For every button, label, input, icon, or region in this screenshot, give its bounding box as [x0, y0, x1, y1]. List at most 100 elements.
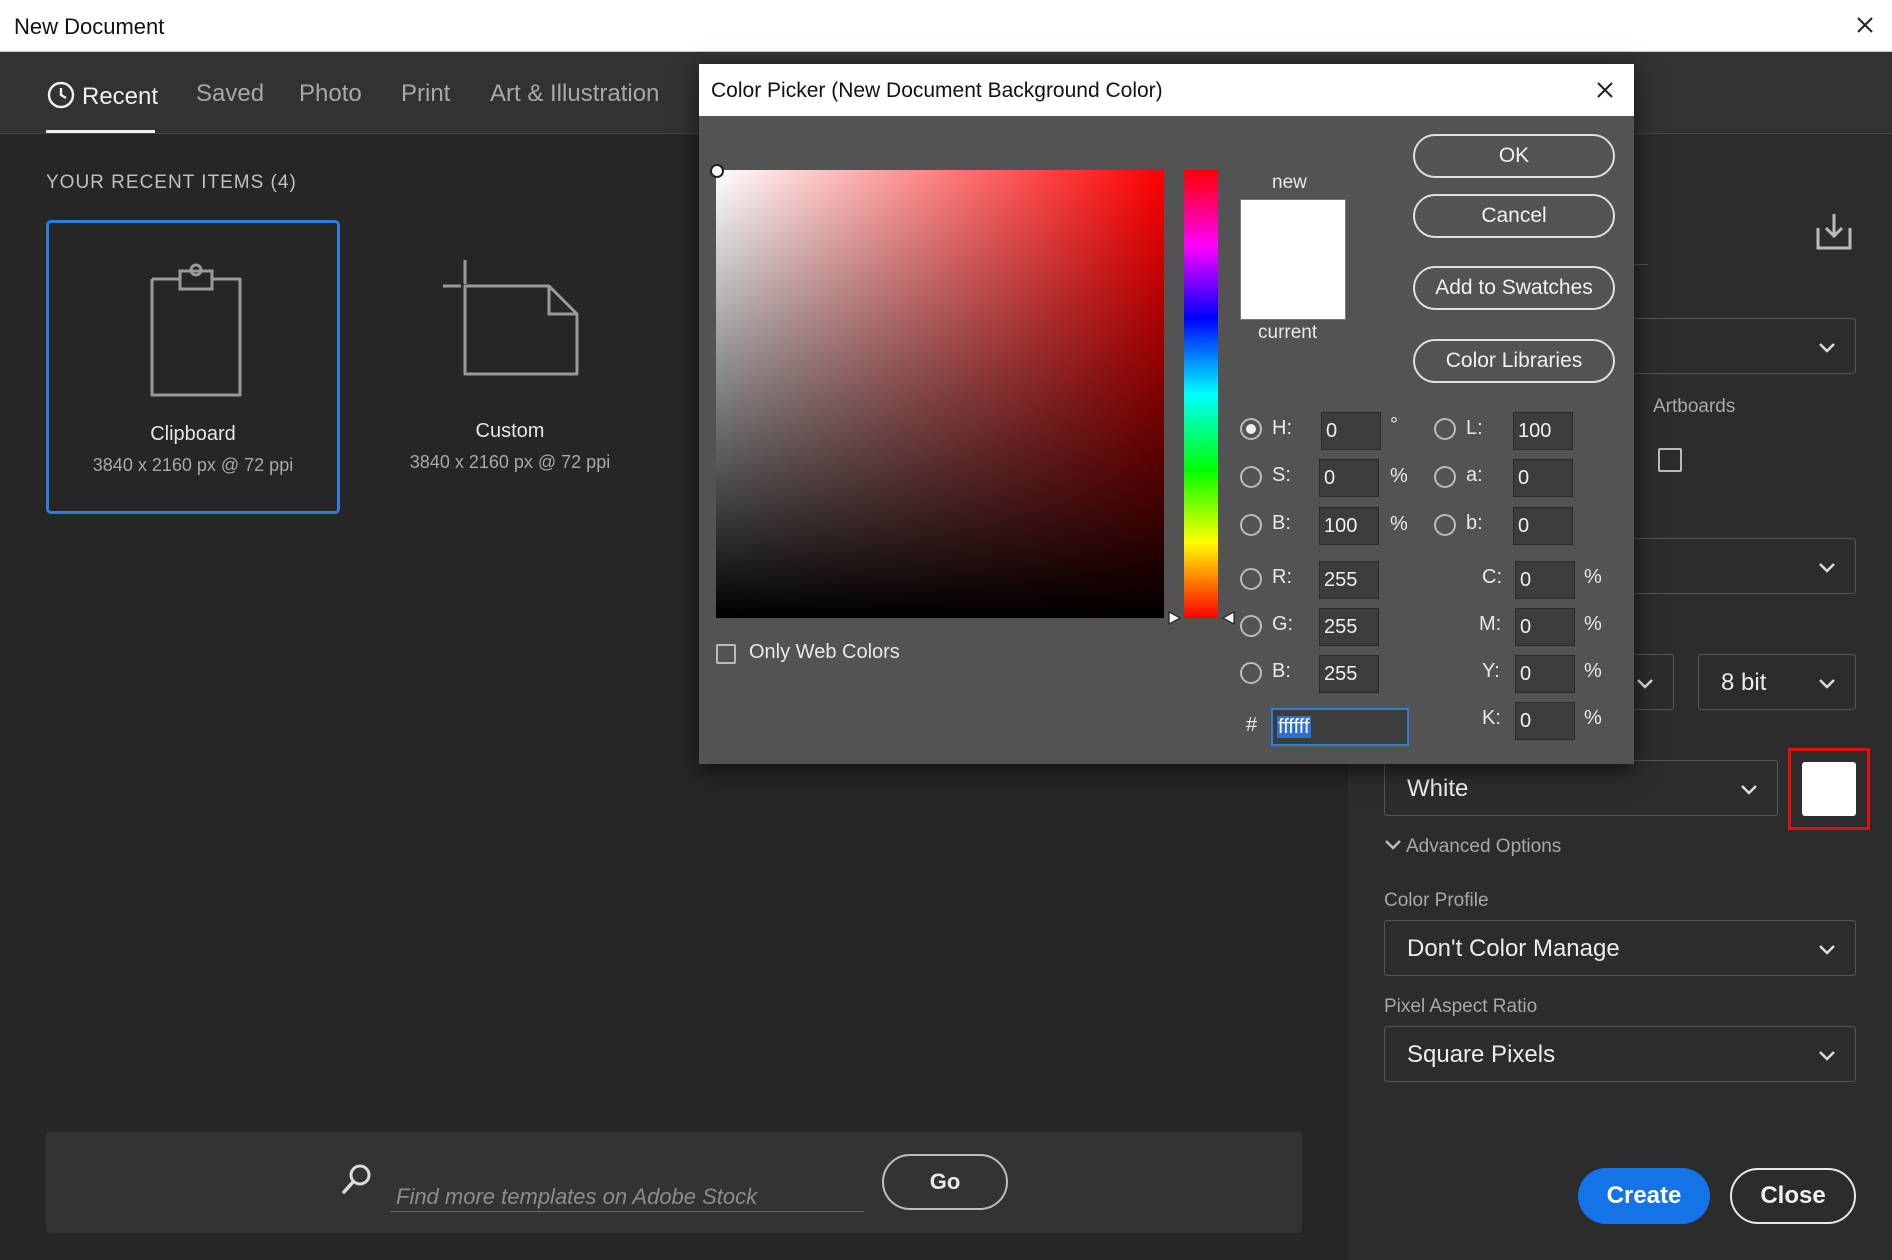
radio-hue[interactable]: [1240, 418, 1262, 440]
cyan-unit: %: [1584, 566, 1602, 588]
lab-a-input[interactable]: 0: [1513, 459, 1573, 497]
tab-recent[interactable]: Recent: [46, 80, 158, 111]
lab-a-label: a:: [1466, 464, 1483, 486]
close-icon[interactable]: [1591, 76, 1619, 104]
radio-lightness[interactable]: [1434, 418, 1456, 440]
advanced-options-label: Advanced Options: [1406, 836, 1562, 857]
save-preset-icon[interactable]: [1814, 212, 1854, 252]
create-button[interactable]: Create: [1578, 1168, 1710, 1224]
pixel-aspect-value: Square Pixels: [1407, 1041, 1556, 1068]
hue-slider-right-arrow-icon[interactable]: [1220, 610, 1236, 626]
radio-red[interactable]: [1240, 568, 1262, 590]
only-web-colors-label: Only Web Colors: [749, 641, 900, 663]
recent-item-size: 3840 x 2160 px @ 72 ppi: [409, 452, 611, 472]
green-input[interactable]: 255: [1319, 608, 1379, 646]
yellow-input[interactable]: 0: [1515, 655, 1575, 693]
color-field-marker[interactable]: [710, 164, 724, 178]
search-placeholder: Find more templates on Adobe Stock: [396, 1184, 758, 1209]
background-contents-dropdown[interactable]: White: [1384, 760, 1778, 816]
hue-label: H:: [1272, 417, 1292, 439]
hex-label: #: [1246, 714, 1258, 736]
recent-items-heading: YOUR RECENT ITEMS (4): [46, 172, 297, 193]
chevron-down-icon: [1819, 563, 1835, 573]
hex-input[interactable]: ffffff: [1271, 708, 1409, 746]
radio-green[interactable]: [1240, 615, 1262, 637]
current-color-label: current: [1258, 322, 1318, 343]
tab-saved[interactable]: Saved: [196, 80, 264, 108]
advanced-options-toggle[interactable]: Advanced Options: [1384, 836, 1561, 858]
magenta-label: M:: [1479, 613, 1502, 635]
background-contents-value: White: [1407, 775, 1469, 802]
color-profile-dropdown[interactable]: Don't Color Manage: [1384, 920, 1856, 976]
hue-unit: °: [1390, 414, 1398, 436]
bit-depth-dropdown[interactable]: 8 bit: [1698, 654, 1856, 710]
clock-icon: [47, 81, 75, 109]
search-input[interactable]: Find more templates on Adobe Stock: [390, 1172, 864, 1212]
cyan-label: C:: [1482, 566, 1502, 588]
chevron-down-icon: [1819, 679, 1835, 689]
pixel-aspect-label: Pixel Aspect Ratio: [1384, 996, 1538, 1017]
color-profile-value: Don't Color Manage: [1407, 935, 1620, 962]
red-label: R:: [1272, 566, 1292, 588]
blue-input[interactable]: 255: [1319, 655, 1379, 693]
yellow-label: Y:: [1482, 660, 1500, 682]
green-label: G:: [1272, 613, 1294, 635]
only-web-colors-checkbox[interactable]: [716, 644, 736, 664]
hue-input[interactable]: 0: [1321, 412, 1381, 450]
tab-art-illustration[interactable]: Art & Illustration: [490, 80, 659, 108]
go-button[interactable]: Go: [882, 1154, 1008, 1210]
tab-label: Recent: [82, 83, 159, 110]
chevron-down-icon: [1819, 343, 1835, 353]
artboards-checkbox[interactable]: [1658, 448, 1682, 472]
brightness-label: B:: [1272, 512, 1291, 534]
hue-slider[interactable]: [1184, 170, 1218, 618]
chevron-down-icon: [1819, 945, 1835, 955]
add-to-swatches-button[interactable]: Add to Swatches: [1413, 266, 1615, 310]
saturation-brightness-field[interactable]: [716, 170, 1164, 618]
pixel-aspect-dropdown[interactable]: Square Pixels: [1384, 1026, 1856, 1082]
recent-item-clipboard[interactable]: Clipboard 3840 x 2160 px @ 72 ppi: [46, 220, 340, 514]
lab-b-input[interactable]: 0: [1513, 507, 1573, 545]
magenta-input[interactable]: 0: [1515, 608, 1575, 646]
window-title: New Document: [14, 14, 165, 39]
yellow-unit: %: [1584, 660, 1602, 682]
window-titlebar: New Document: [0, 0, 1892, 52]
color-picker-titlebar: Color Picker (New Document Background Co…: [699, 64, 1634, 116]
lightness-input[interactable]: 100: [1513, 412, 1573, 450]
saturation-unit: %: [1390, 465, 1408, 487]
radio-lab-a[interactable]: [1434, 466, 1456, 488]
radio-brightness[interactable]: [1240, 514, 1262, 536]
cancel-button[interactable]: Cancel: [1413, 194, 1615, 238]
chevron-down-icon: [1741, 785, 1757, 795]
brightness-unit: %: [1390, 513, 1408, 535]
search-icon: [342, 1164, 371, 1194]
close-button[interactable]: Close: [1730, 1168, 1856, 1224]
close-icon[interactable]: [1850, 10, 1880, 40]
radio-lab-b[interactable]: [1434, 514, 1456, 536]
recent-item-name: Clipboard: [150, 423, 236, 445]
cyan-input[interactable]: 0: [1515, 561, 1575, 599]
tab-photo[interactable]: Photo: [299, 80, 362, 108]
black-input[interactable]: 0: [1515, 702, 1575, 740]
background-color-swatch[interactable]: [1802, 762, 1856, 816]
black-label: K:: [1482, 707, 1501, 729]
color-picker-dialog: Color Picker (New Document Background Co…: [699, 64, 1634, 764]
tab-print[interactable]: Print: [401, 80, 450, 108]
color-libraries-button[interactable]: Color Libraries: [1413, 339, 1615, 383]
radio-saturation[interactable]: [1240, 466, 1262, 488]
recent-item-name: Custom: [475, 420, 545, 442]
ok-button[interactable]: OK: [1413, 134, 1615, 178]
recent-item-custom[interactable]: Custom 3840 x 2160 px @ 72 ppi: [363, 220, 657, 514]
radio-blue[interactable]: [1240, 662, 1262, 684]
saturation-input[interactable]: 0: [1319, 459, 1379, 497]
lab-b-label: b:: [1466, 512, 1483, 534]
new-current-swatch: [1240, 199, 1346, 320]
hue-slider-left-arrow-icon[interactable]: [1167, 610, 1183, 626]
brightness-input[interactable]: 100: [1319, 507, 1379, 545]
chevron-down-icon: [1637, 679, 1653, 689]
blue-label: B:: [1272, 660, 1291, 682]
color-profile-label: Color Profile: [1384, 890, 1489, 911]
chevron-down-icon: [1385, 840, 1401, 850]
bit-depth-value: 8 bit: [1721, 669, 1767, 696]
red-input[interactable]: 255: [1319, 561, 1379, 599]
